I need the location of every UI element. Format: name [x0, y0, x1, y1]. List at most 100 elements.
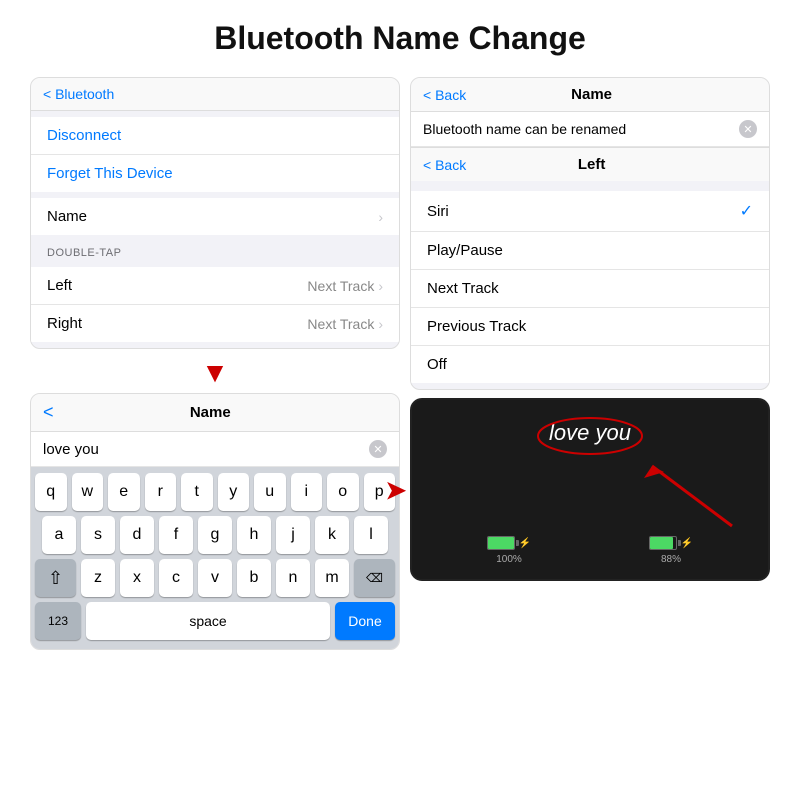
rename-input-field[interactable]	[423, 121, 731, 137]
key-x[interactable]: x	[120, 559, 154, 597]
kb-row-1: q w e r t y u i o p	[35, 473, 395, 511]
disconnect-row[interactable]: Disconnect	[31, 117, 399, 155]
key-k[interactable]: k	[315, 516, 349, 554]
key-w[interactable]: w	[72, 473, 104, 511]
shift-key[interactable]: ⇧	[35, 559, 76, 597]
right-label: Right	[47, 315, 82, 332]
done-key[interactable]: Done	[335, 602, 395, 640]
siri-checkmark: ✓	[740, 201, 753, 221]
key-c[interactable]: c	[159, 559, 193, 597]
key-f[interactable]: f	[159, 516, 193, 554]
battery-2-label: 88%	[661, 554, 681, 565]
down-arrow-icon: ▼	[30, 357, 400, 389]
name-input-row: ✕	[31, 432, 399, 467]
forget-row[interactable]: Forget This Device	[31, 155, 399, 192]
diagonal-arrow-svg	[592, 456, 752, 536]
kb-row-3: ⇧ z x c v b n m ⌫	[35, 559, 395, 597]
key-l[interactable]: l	[354, 516, 388, 554]
key-d[interactable]: d	[120, 516, 154, 554]
key-y[interactable]: y	[218, 473, 250, 511]
bluetooth-settings-panel: < Bluetooth Disconnect Forget This Devic…	[30, 77, 400, 349]
left-chevron: ›	[378, 278, 383, 294]
nums-key[interactable]: 123	[35, 602, 81, 640]
next-track-row[interactable]: Next Track	[411, 270, 769, 308]
siri-row[interactable]: Siri ✓	[411, 191, 769, 232]
page-title: Bluetooth Name Change	[0, 0, 800, 72]
delete-key[interactable]: ⌫	[354, 559, 395, 597]
battery-1-icon	[487, 536, 515, 550]
bluetooth-back-button[interactable]: < Bluetooth	[43, 86, 114, 102]
key-h[interactable]: h	[237, 516, 271, 554]
key-m[interactable]: m	[315, 559, 349, 597]
battery-1-fill	[488, 537, 514, 549]
battery-1-bolt: ⚡	[519, 538, 531, 549]
name-keyboard-panel: < Name ✕ q w e r t y u i o	[30, 393, 400, 650]
key-e[interactable]: e	[108, 473, 140, 511]
right-value: Next Track ›	[307, 316, 383, 332]
rename-clear-button[interactable]: ✕	[739, 120, 757, 138]
battery-2-bolt: ⚡	[681, 538, 693, 549]
battery-row: ⚡ 100% ⚡ 88%	[428, 536, 752, 565]
keyboard: q w e r t y u i o p a s d f g h	[31, 467, 399, 649]
key-u[interactable]: u	[254, 473, 286, 511]
left-row[interactable]: Left Next Track ›	[31, 267, 399, 305]
left-setting-back-button[interactable]: < Back	[423, 157, 466, 173]
key-v[interactable]: v	[198, 559, 232, 597]
key-n[interactable]: n	[276, 559, 310, 597]
battery-1-label: 100%	[496, 554, 522, 565]
name-nav-bar: < Name	[31, 394, 399, 432]
double-tap-header: DOUBLE-TAP	[31, 241, 399, 261]
right-panel: < Back Name ✕ < Back Left Siri ✓ Pl	[410, 77, 770, 650]
siri-label: Siri	[427, 203, 449, 220]
left-panel: < Bluetooth Disconnect Forget This Devic…	[30, 77, 400, 650]
key-a[interactable]: a	[42, 516, 76, 554]
name-edit-panel: < Back Name ✕ < Back Left Siri ✓ Pl	[410, 77, 770, 390]
name-label: Name	[47, 208, 87, 225]
action-section: Siri ✓ Play/Pause Next Track Previous Tr…	[411, 191, 769, 383]
disconnect-section: Disconnect Forget This Device	[31, 117, 399, 192]
right-chevron: ›	[378, 316, 383, 332]
key-o[interactable]: o	[327, 473, 359, 511]
kb-row-4: 123 space Done	[35, 602, 395, 640]
double-tap-section: Left Next Track › Right Next Track ›	[31, 267, 399, 342]
prev-track-label: Previous Track	[427, 318, 526, 335]
name-edit-title: Name	[571, 86, 612, 103]
off-row[interactable]: Off	[411, 346, 769, 383]
battery-2-fill	[650, 537, 673, 549]
play-pause-row[interactable]: Play/Pause	[411, 232, 769, 270]
love-you-container: love you	[428, 420, 752, 446]
key-b[interactable]: b	[237, 559, 271, 597]
rename-input-row: ✕	[411, 112, 769, 147]
key-q[interactable]: q	[35, 473, 67, 511]
name-edit-back-button[interactable]: < Back	[423, 87, 466, 103]
key-j[interactable]: j	[276, 516, 310, 554]
name-nav-title: Name	[190, 404, 231, 421]
key-i[interactable]: i	[291, 473, 323, 511]
key-g[interactable]: g	[198, 516, 232, 554]
right-row[interactable]: Right Next Track ›	[31, 305, 399, 342]
left-setting-title: Left	[578, 156, 606, 173]
name-section: Name ›	[31, 198, 399, 235]
space-key[interactable]: space	[86, 602, 330, 640]
name-chevron: ›	[378, 209, 383, 225]
battery-2-bar-container: ⚡	[649, 536, 693, 550]
off-label: Off	[427, 356, 447, 373]
battery-1-bar-container: ⚡	[487, 536, 531, 550]
right-arrow-icon: ➤	[384, 473, 407, 506]
name-back-button[interactable]: <	[43, 402, 54, 423]
disconnect-label: Disconnect	[47, 127, 121, 144]
clear-button[interactable]: ✕	[369, 440, 387, 458]
kb-row-2: a s d f g h j k l	[35, 516, 395, 554]
next-track-label: Next Track	[427, 280, 499, 297]
key-t[interactable]: t	[181, 473, 213, 511]
key-z[interactable]: z	[81, 559, 115, 597]
prev-track-row[interactable]: Previous Track	[411, 308, 769, 346]
name-row[interactable]: Name ›	[31, 198, 399, 235]
play-pause-label: Play/Pause	[427, 242, 503, 259]
left-label: Left	[47, 277, 72, 294]
battery-1: ⚡ 100%	[487, 536, 531, 565]
key-s[interactable]: s	[81, 516, 115, 554]
name-input-field[interactable]	[43, 441, 361, 458]
oval-svg	[535, 414, 645, 458]
key-r[interactable]: r	[145, 473, 177, 511]
